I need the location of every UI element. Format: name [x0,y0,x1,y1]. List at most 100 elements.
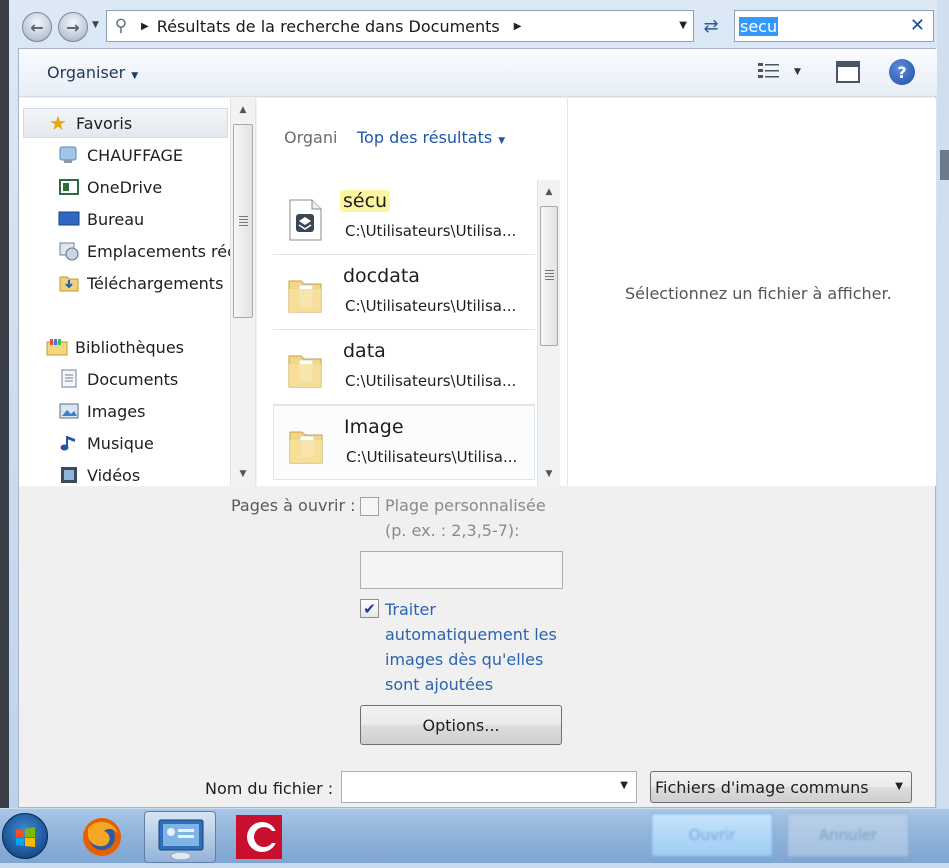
nav-item-videos[interactable]: Vidéos [57,460,230,490]
refresh-icon[interactable]: ⇄ [696,10,726,42]
custom-range-checkbox[interactable] [360,497,379,516]
back-button[interactable]: ← [22,12,52,42]
nav-item-pictures[interactable]: Images [57,396,230,426]
desktop-icon [57,208,81,230]
list-item[interactable]: docdata C:\Utilisateurs\Utilisa... [273,255,535,330]
scroll-down-icon[interactable]: ▼ [231,464,255,484]
filetype-select[interactable]: Fichiers d'image communs ▼ [650,771,912,803]
result-path: C:\Utilisateurs\Utilisa... [345,372,517,390]
folder-icon [289,431,323,464]
filename-label: Nom du fichier : [205,779,334,798]
folder-icon [288,355,322,388]
scroll-down-icon[interactable]: ▼ [538,464,560,484]
result-path: C:\Utilisateurs\Utilisa... [345,297,517,315]
auto-process-label[interactable]: Traiter automatiquement les images dès q… [385,597,585,697]
window-frame: ← → ▼ ⚲ ▶ Résultats de la recherche dans… [0,0,949,863]
custom-range-label: Plage personnalisée [385,496,546,515]
nav-item-label: OneDrive [87,177,163,197]
address-bar[interactable]: ⚲ ▶ Résultats de la recherche dans Docum… [106,10,694,42]
nav-item-label: Musique [87,433,154,453]
nav-item-label: Vidéos [87,465,141,485]
open-dialog: Organiser▼ ▼ ? ★ Favoris CHAUFFAGE OneD [18,48,937,808]
arrange-by-menu[interactable]: Top des résultats ▼ [357,128,505,147]
options-button[interactable]: Options... [360,705,562,745]
scroll-thumb[interactable] [233,124,253,318]
nav-item-recent-places[interactable]: Emplacements récents [57,236,230,266]
recent-places-icon [57,240,81,262]
preview-pane-icon[interactable] [836,61,860,83]
recent-pages-dropdown[interactable]: ▼ [92,20,99,30]
result-name: data [343,340,386,362]
pages-label: Pages à ouvrir : [231,496,356,515]
taskbar-firefox[interactable] [66,811,138,863]
nav-item-label: Bureau [87,209,145,229]
nav-item-documents[interactable]: Documents [57,364,230,394]
open-button[interactable]: Ouvrir [651,813,773,857]
taskbar-abbyy[interactable] [222,811,294,863]
nav-item-bureau[interactable]: Bureau [57,204,230,234]
nav-item-label: CHAUFFAGE [87,145,183,165]
taskbar: Ouvrir Annuler [0,808,949,863]
scroll-up-icon[interactable]: ▲ [538,182,560,202]
nav-libraries-label: Bibliothèques [75,337,184,357]
results-scrollbar[interactable]: ▲ ▼ [537,180,560,486]
libraries-icon [45,336,69,358]
navigation-scrollbar[interactable]: ▲ ▼ [230,98,255,486]
list-item[interactable]: Image C:\Utilisateurs\Utilisa... [273,405,535,480]
scroll-up-icon[interactable]: ▲ [231,100,255,120]
windows-logo-icon [16,827,35,847]
background-window-edge [0,0,9,863]
result-name: docdata [343,265,420,287]
nav-libraries[interactable]: Bibliothèques [45,332,230,362]
breadcrumb-arrow-icon[interactable]: ▶ [514,21,522,32]
help-icon[interactable]: ? [889,59,915,85]
scroll-thumb[interactable] [540,206,558,346]
filetype-dropdown-icon[interactable]: ▼ [895,781,903,792]
nav-item-onedrive[interactable]: OneDrive [57,172,230,202]
file-icon [289,199,322,241]
results-organize-label[interactable]: Organi [284,128,337,147]
breadcrumb-arrow-icon[interactable]: ▶ [141,21,149,32]
videos-icon [57,464,81,486]
organize-menu[interactable]: Organiser ▼ [47,63,138,82]
nav-item-label: Documents [87,369,179,389]
filename-dropdown-icon[interactable]: ▼ [620,780,628,791]
cancel-button[interactable]: Annuler [787,813,909,857]
results-header: Organi Top des résultats ▼ [257,98,567,180]
address-path[interactable]: Résultats de la recherche dans Documents [157,17,500,36]
start-button[interactable] [2,813,48,859]
list-item[interactable]: sécu C:\Utilisateurs\Utilisa... [273,180,535,255]
list-item[interactable]: data C:\Utilisateurs\Utilisa... [273,330,535,405]
results-list: sécu C:\Utilisateurs\Utilisa... docdata … [273,180,535,480]
nav-favorites-label: Favoris [76,113,133,133]
control-panel-icon [158,819,204,861]
address-dropdown-icon[interactable]: ▼ [679,20,687,31]
command-bar: Organiser ▼ ▼ ? [19,49,937,97]
nav-favorites[interactable]: ★ Favoris [23,108,228,138]
auto-process-checkbox[interactable]: ✔ [360,599,379,618]
background-window-right [937,0,949,863]
search-input-value[interactable]: secu [739,16,779,36]
forward-button[interactable]: → [58,12,88,42]
nav-item-label: Téléchargements [87,273,224,293]
custom-range-hint: (p. ex. : 2,3,5-7): [385,521,520,540]
result-name: sécu [340,190,391,212]
filetype-value: Fichiers d'image communs [655,777,869,797]
view-options-icon[interactable] [757,61,781,83]
preview-message: Sélectionnez un fichier à afficher. [625,284,892,303]
search-results-icon: ⚲ [114,16,128,36]
search-input[interactable]: secu ✕ [734,10,934,42]
custom-range-input[interactable] [360,551,563,589]
nav-item-downloads[interactable]: Téléchargements [57,268,230,298]
nav-item-music[interactable]: Musique [57,428,230,458]
view-dropdown-icon[interactable]: ▼ [794,67,801,77]
filename-input[interactable]: ▼ [341,771,637,803]
result-path: C:\Utilisateurs\Utilisa... [345,222,517,240]
taskbar-app-active[interactable] [144,811,216,863]
downloads-icon [57,272,81,294]
clear-search-icon[interactable]: ✕ [910,15,925,36]
network-drive-icon [57,144,81,166]
preview-pane: Sélectionnez un fichier à afficher. [567,98,936,486]
star-icon: ★ [49,111,67,135]
nav-item-chauffage[interactable]: CHAUFFAGE [57,140,230,170]
